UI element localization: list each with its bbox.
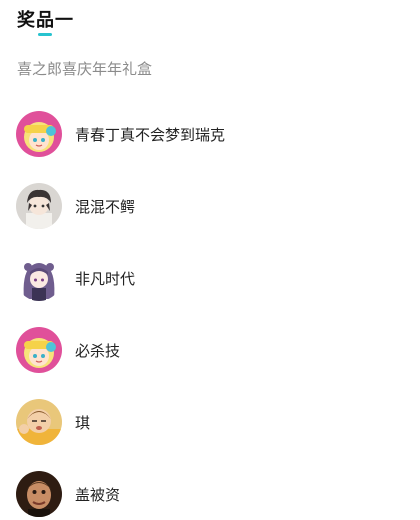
winner-item[interactable]: 青春丁真不会梦到瑞克: [16, 98, 406, 170]
winner-name: 非凡时代: [75, 269, 136, 288]
winner-list: 青春丁真不会梦到瑞克 混混不鳄 非凡时代 必杀技 琪 盖被资: [16, 98, 406, 520]
prize-name: 喜之郎喜庆年年礼盒: [17, 60, 153, 78]
winner-item[interactable]: 非凡时代: [16, 242, 406, 314]
winner-name: 琪: [75, 413, 91, 432]
anime-girl-avatar[interactable]: [16, 111, 62, 157]
prize-title: 奖品一: [17, 10, 74, 31]
winner-name: 混混不鳄: [75, 197, 136, 216]
anime-girl-avatar[interactable]: [16, 327, 62, 373]
title-accent-bar: [38, 33, 52, 36]
meme-photo-avatar[interactable]: [16, 471, 62, 517]
winner-name: 盖被资: [75, 485, 121, 504]
winner-item[interactable]: 琪: [16, 386, 406, 458]
purple-hair-girl-avatar[interactable]: [16, 255, 62, 301]
winner-item[interactable]: 盖被资: [16, 458, 406, 520]
winner-name: 青春丁真不会梦到瑞克: [75, 125, 226, 144]
prize-panel: 奖品一 喜之郎喜庆年年礼盒 青春丁真不会梦到瑞克 混混不鳄 非凡时代 必杀技 琪…: [0, 0, 420, 520]
winner-item[interactable]: 必杀技: [16, 314, 406, 386]
winner-item[interactable]: 混混不鳄: [16, 170, 406, 242]
winner-name: 必杀技: [75, 341, 121, 360]
anime-boy-avatar[interactable]: [16, 183, 62, 229]
baby-photo-avatar[interactable]: [16, 399, 62, 445]
